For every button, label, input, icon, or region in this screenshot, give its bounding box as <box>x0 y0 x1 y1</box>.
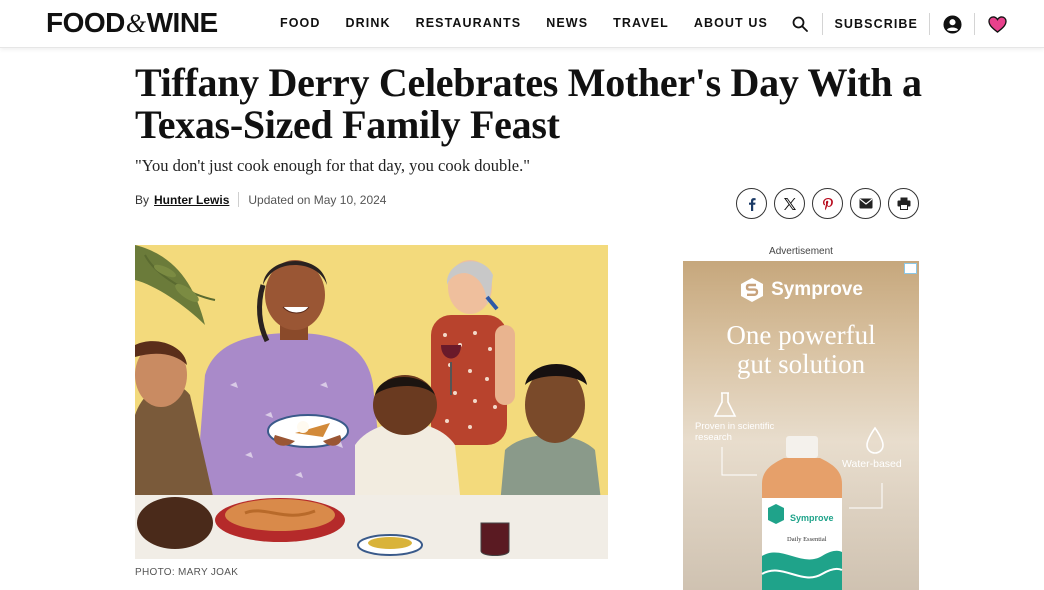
bottle-brand: Symprove <box>790 513 834 523</box>
header-actions: SUBSCRIBE <box>789 12 1008 36</box>
ad-brand-name: Symprove <box>771 279 863 300</box>
nav-travel[interactable]: TRAVEL <box>613 16 669 30</box>
hero-image <box>135 245 608 559</box>
search-icon[interactable] <box>789 13 811 35</box>
nav-drink[interactable]: DRINK <box>346 16 391 30</box>
bottle-label: Daily Essential <box>787 536 827 543</box>
article-dek: "You don't just cook enough for that day… <box>135 156 530 175</box>
ad-headline-line2: gut solution <box>736 349 866 379</box>
updated-date: Updated on May 10, 2024 <box>248 192 387 207</box>
symprove-logo-icon <box>741 278 764 302</box>
share-bar <box>736 188 919 219</box>
ad-headline-line1: One powerful <box>726 320 876 350</box>
nav-restaurants[interactable]: RESTAURANTS <box>416 16 522 30</box>
account-icon[interactable] <box>941 13 963 35</box>
nav-about-us[interactable]: ABOUT US <box>694 16 768 30</box>
header-divider <box>822 13 824 35</box>
header-divider <box>974 13 975 35</box>
advertisement[interactable]: Symprove One powerful gut solution Prove… <box>683 261 919 590</box>
byline-prefix: By <box>135 192 150 207</box>
facebook-icon[interactable] <box>736 188 767 219</box>
family-feast-illustration <box>135 245 608 559</box>
photo-credit: PHOTO: MARY JOAK <box>135 567 239 578</box>
subscribe-link[interactable]: SUBSCRIBE <box>834 17 918 31</box>
main-nav: FOOD DRINK RESTAURANTS NEWS TRAVEL ABOUT… <box>280 16 793 30</box>
byline: By Hunter Lewis Updated on May 10, 2024 <box>135 192 386 207</box>
ad-label: Advertisement <box>769 246 833 257</box>
logo-ampersand: & <box>125 9 146 38</box>
heart-icon[interactable] <box>986 13 1008 35</box>
ad-brand: Symprove <box>683 277 919 303</box>
x-icon[interactable] <box>774 188 805 219</box>
author-link[interactable]: Hunter Lewis <box>154 193 229 207</box>
header-divider <box>929 13 930 35</box>
nav-food[interactable]: FOOD <box>280 16 321 30</box>
nav-news[interactable]: NEWS <box>546 16 588 30</box>
byline-divider <box>238 192 240 207</box>
article-headline: Tiffany Derry Celebrates Mother's Day Wi… <box>135 60 922 147</box>
email-icon[interactable] <box>850 188 881 219</box>
ad-headline: One powerful gut solution <box>683 321 919 379</box>
logo-food: FOOD <box>46 7 125 38</box>
adchoices-icon[interactable] <box>904 263 917 274</box>
pinterest-icon[interactable] <box>812 188 843 219</box>
site-header: FOOD&WINE FOOD DRINK RESTAURANTS NEWS TR… <box>0 0 1044 48</box>
print-icon[interactable] <box>888 188 919 219</box>
logo-wine: WINE <box>146 7 219 38</box>
site-logo[interactable]: FOOD&WINE <box>46 7 218 39</box>
flask-icon <box>713 392 737 417</box>
